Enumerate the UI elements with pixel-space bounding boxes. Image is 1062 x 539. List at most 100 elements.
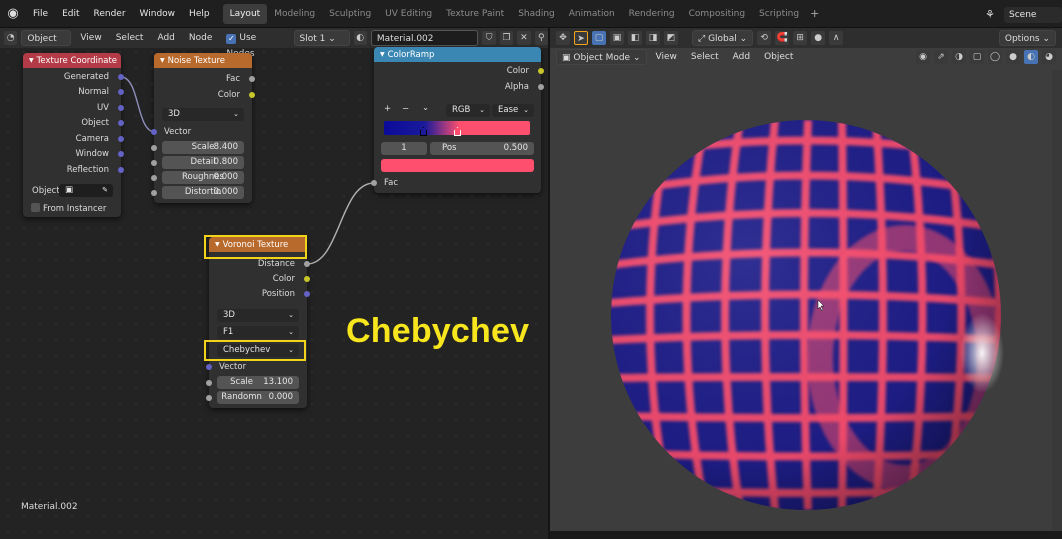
node-menu-node[interactable]: Node (184, 30, 218, 46)
from-instancer-checkbox[interactable]: From Instancer (31, 203, 106, 214)
node-title[interactable]: ▼ Texture Coordinate (23, 53, 121, 68)
socket-object[interactable] (118, 120, 124, 126)
socket-uv[interactable] (118, 105, 124, 111)
socket-scale[interactable] (151, 145, 157, 151)
viewport-menu-select[interactable]: Select (686, 49, 724, 65)
overlay-icon[interactable]: ◑ (952, 50, 966, 64)
socket-color[interactable] (249, 92, 255, 98)
collapse-icon[interactable]: ▼ (380, 51, 385, 58)
menu-help[interactable]: Help (182, 0, 217, 28)
scale-field[interactable]: Scale 13.100 (217, 376, 299, 389)
menu-window[interactable]: Window (133, 0, 183, 28)
tab-uv-editing[interactable]: UV Editing (378, 4, 439, 24)
viewport-side-strip[interactable] (1052, 70, 1062, 530)
eyedropper-icon[interactable]: ✎ (102, 184, 108, 197)
blender-logo-icon[interactable]: ◉ (0, 6, 26, 21)
material-sphere-icon[interactable]: ◐ (353, 31, 367, 45)
pivot-icon[interactable]: ⟲ (757, 31, 772, 45)
mode-dropdown[interactable]: ▣ Object Mode ⌄ (556, 49, 647, 65)
tab-scripting[interactable]: Scripting (752, 4, 806, 24)
tab-layout[interactable]: Layout (222, 3, 268, 24)
noise-texture-node[interactable]: ▼ Noise Texture Fac Color 3D ⌄ Vector Scal… (151, 53, 255, 203)
node-menu-select[interactable]: Select (111, 30, 149, 46)
shading-material-icon[interactable]: ◐ (1024, 50, 1038, 64)
ramp-menu-button[interactable]: ⌄ (422, 103, 429, 113)
snap-icon[interactable]: 🧲 (775, 31, 790, 45)
proportional-edit-icon[interactable]: ● (811, 31, 826, 45)
tab-rendering[interactable]: Rendering (622, 4, 682, 24)
checkbox-icon[interactable] (31, 203, 40, 212)
scene-selector[interactable]: Scene (1004, 7, 1062, 23)
socket-fac[interactable] (249, 76, 255, 82)
socket-camera[interactable] (118, 136, 124, 142)
socket-vector[interactable] (151, 129, 157, 135)
menu-edit[interactable]: Edit (55, 0, 86, 28)
visibility-eye-icon[interactable]: ◉ (916, 50, 930, 64)
xray-icon[interactable]: ▢ (970, 50, 984, 64)
socket-scale[interactable] (206, 380, 212, 386)
socket-generated[interactable] (118, 74, 124, 80)
interpolation-dropdown[interactable]: Ease ⌄ (492, 104, 534, 117)
socket-distance[interactable] (304, 261, 310, 267)
select-intersect-icon[interactable]: ◩ (664, 31, 678, 45)
select-invert-icon[interactable]: ◨ (646, 31, 660, 45)
stop-position-field[interactable]: Pos 0.500 (430, 142, 534, 155)
snap-increment-icon[interactable]: ⊞ (793, 31, 808, 45)
roughness-field[interactable]: Roughnes 0.000 (162, 171, 244, 184)
scene-icon[interactable]: ⚘ (985, 8, 995, 21)
node-menu-view[interactable]: View (75, 30, 106, 46)
editor-type-icon[interactable]: ◔ (4, 31, 18, 45)
socket-color[interactable] (304, 276, 310, 282)
distance-metric-dropdown[interactable]: Chebychev ⌄ (217, 344, 299, 357)
node-menu-add[interactable]: Add (152, 30, 179, 46)
socket-vector[interactable] (206, 364, 212, 370)
scale-field[interactable]: Scale 8.400 (162, 141, 244, 154)
viewport-menu-view[interactable]: View (651, 49, 682, 65)
socket-normal[interactable] (118, 89, 124, 95)
menu-render[interactable]: Render (87, 0, 133, 28)
options-dropdown[interactable]: Options ⌄ (998, 30, 1056, 46)
pin-icon[interactable]: ⚲ (534, 31, 548, 45)
duplicate-material-icon[interactable]: ❐ (499, 31, 514, 45)
tab-shading[interactable]: Shading (511, 4, 562, 24)
collapse-icon[interactable]: ▼ (160, 57, 165, 64)
randomness-field[interactable]: Randomn 0.000 (217, 391, 299, 404)
orientation-dropdown[interactable]: ⤢ Global ⌄ (692, 30, 754, 46)
falloff-icon[interactable]: ∧ (829, 31, 844, 45)
tab-compositing[interactable]: Compositing (682, 4, 752, 24)
transform-gizmo-icon[interactable]: ✥ (556, 31, 570, 45)
slot-dropdown[interactable]: Slot 1 ⌄ (293, 30, 350, 46)
shading-rendered-icon[interactable]: ◕ (1042, 50, 1056, 64)
feature-dropdown[interactable]: F1 ⌄ (217, 326, 299, 339)
socket-alpha[interactable] (538, 84, 544, 90)
stop-index-field[interactable]: 1 (381, 142, 427, 155)
unlink-material-icon[interactable]: ✕ (517, 31, 531, 45)
collapse-icon[interactable]: ▼ (215, 241, 220, 248)
socket-window[interactable] (118, 151, 124, 157)
shading-solid-icon[interactable]: ● (1006, 50, 1020, 64)
tab-modeling[interactable]: Modeling (267, 4, 322, 24)
dimension-dropdown[interactable]: 3D ⌄ (162, 108, 244, 121)
color-ramp-node[interactable]: ▼ ColorRamp Color Alpha + − ⌄ RGB ⌄ Ease ⌄ … (371, 47, 544, 193)
select-subtract-icon[interactable]: ◧ (628, 31, 642, 45)
socket-detail[interactable] (151, 160, 157, 166)
socket-distortion[interactable] (151, 190, 157, 196)
tab-sculpting[interactable]: Sculpting (322, 4, 378, 24)
material-name-field[interactable]: Material.002 (370, 30, 479, 46)
gizmo-icon[interactable]: ⇗ (934, 50, 948, 64)
collapse-icon[interactable]: ▼ (29, 57, 34, 64)
socket-fac[interactable] (371, 180, 377, 186)
distortion-field[interactable]: Distortio 0.000 (162, 186, 244, 199)
add-stop-button[interactable]: + (384, 104, 391, 114)
shading-wireframe-icon[interactable]: ◯ (988, 50, 1002, 64)
voronoi-texture-node[interactable]: ▼ Voronoi Texture Distance Color Position… (206, 237, 310, 408)
socket-color[interactable] (538, 68, 544, 74)
tab-texture-paint[interactable]: Texture Paint (439, 4, 511, 24)
socket-position[interactable] (304, 291, 310, 297)
object-type-dropdown[interactable]: Object ⌄ (21, 30, 72, 60)
select-cursor-icon[interactable]: ➤ (574, 31, 588, 45)
tab-animation[interactable]: Animation (562, 4, 622, 24)
fake-user-shield-icon[interactable]: ⛉ (482, 31, 496, 45)
socket-roughness[interactable] (151, 175, 157, 181)
node-title[interactable]: ▼ Voronoi Texture (209, 237, 307, 252)
